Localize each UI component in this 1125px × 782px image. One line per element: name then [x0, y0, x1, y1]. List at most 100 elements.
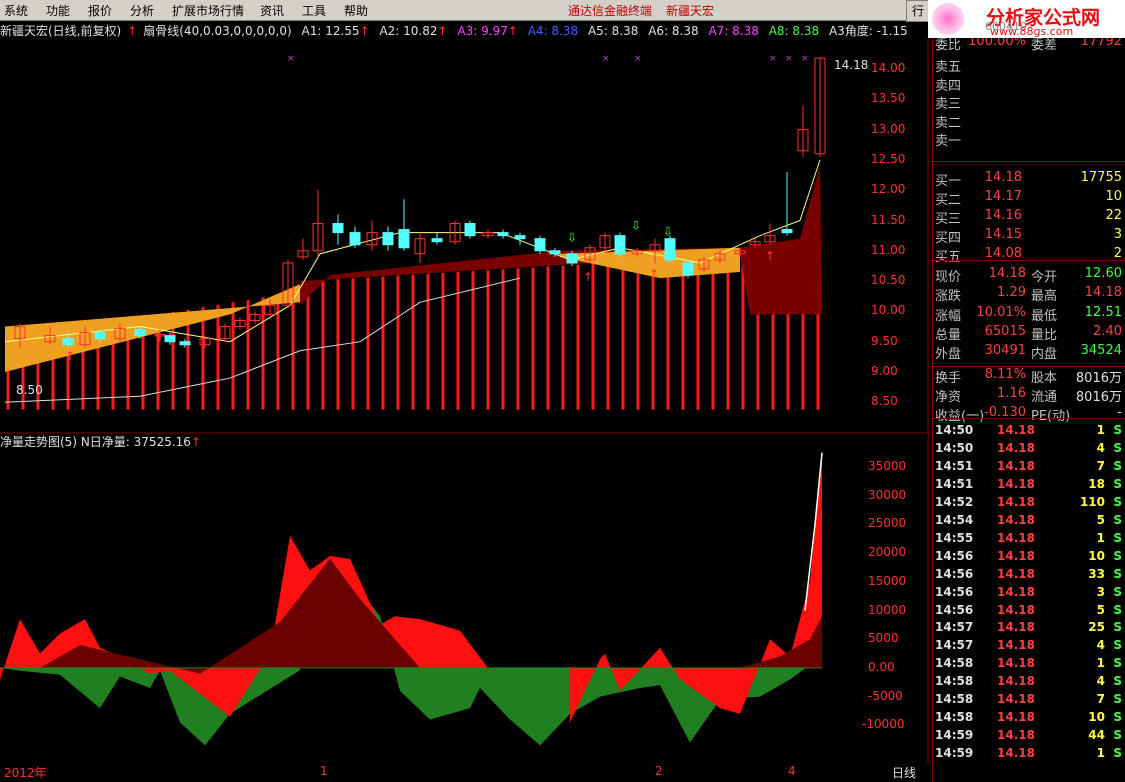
trade-volume: 18 [1088, 476, 1105, 491]
bid-volume: 3 [1113, 227, 1122, 242]
trade-time: 14:57 [935, 620, 974, 635]
candle-body [62, 338, 74, 346]
ask-label: 卖一 [935, 134, 962, 149]
price-tick-label: 10.00 [871, 303, 906, 318]
trade-direction: S [1113, 710, 1122, 725]
period-label[interactable]: 日线 [892, 764, 916, 781]
formula-name[interactable]: 扇骨线(40,0.03,0,0,0,0,0) [143, 24, 291, 38]
chart-area[interactable]: × × × × × × ↑ ↑ ↑ ↑ ⇩ ⇩ ⇩ [0, 38, 930, 764]
candle-body [332, 223, 344, 234]
price-tick-label: 9.00 [871, 364, 898, 378]
trade-time: 14:54 [935, 512, 974, 527]
price-tick-label: 11.00 [871, 242, 906, 257]
stat-label: 最高 [1031, 289, 1058, 305]
trade-price: 14.18 [997, 566, 1035, 581]
trade-volume: 44 [1088, 728, 1105, 743]
trade-volume: 1 [1096, 746, 1105, 761]
signal-arrow-icon: ⇩ [567, 231, 577, 245]
trade-time: 14:58 [935, 710, 974, 725]
volume-tick-label: 15000 [868, 573, 907, 588]
menu-item-quote[interactable]: 报价 [88, 2, 112, 19]
menu-item-analysis[interactable]: 分析 [130, 2, 154, 19]
volume-tick-label: 20000 [868, 545, 907, 560]
hang-button[interactable]: 行 [906, 0, 930, 22]
price-tick-label: 9.50 [871, 333, 898, 348]
trade-direction: S [1113, 620, 1122, 635]
net-volume-title[interactable]: 净量走势图(5) [0, 435, 77, 449]
tick-trade-row: 14:56 14.18 33 S [933, 567, 1125, 585]
trade-price: 14.18 [997, 710, 1035, 725]
bid-row-4: 买四 14.15 3 [933, 227, 1125, 246]
menu-item-info[interactable]: 资讯 [260, 2, 284, 19]
stock-period-label: 新疆天宏(日线,前复权) [0, 24, 122, 38]
menu-item-function[interactable]: 功能 [46, 2, 70, 19]
trade-volume: 7 [1096, 692, 1105, 707]
negative-area [0, 667, 300, 746]
menu-item-extended-market[interactable]: 扩展市场行情 [172, 2, 244, 19]
a5-value: A5: 8.38 [587, 24, 639, 38]
lower-indicator-header: 净量走势图(5) N日净量: 37525.16↑ [0, 435, 201, 449]
trade-direction: S [1113, 584, 1122, 599]
trade-direction: S [1113, 674, 1122, 689]
stat-value: 8016万 [1075, 370, 1122, 386]
tick-trade-row: 14:58 14.18 10 S [933, 710, 1125, 728]
quote-stat-row: 换手 8.11% 股本 8016万 [933, 367, 1125, 386]
ask-row-1: 卖一 [933, 130, 1125, 149]
bid-row-1: 买一 14.18 17755 [933, 170, 1125, 189]
trade-direction: S [1113, 423, 1122, 437]
bid-label: 买二 [935, 193, 962, 208]
ask-label: 卖五 [935, 60, 962, 75]
trade-volume: 25 [1088, 620, 1105, 635]
trade-time: 14:50 [935, 440, 974, 455]
menu-item-system[interactable]: 系统 [4, 2, 28, 19]
trade-price: 14.18 [997, 584, 1035, 599]
stat-value: 1.16 [997, 385, 1026, 401]
stock-code: 600419 [985, 20, 1027, 33]
stat-label: 现价 [935, 270, 962, 285]
trade-volume: 33 [1088, 566, 1105, 581]
trade-price: 14.18 [997, 458, 1035, 473]
net-volume-value: N日净量: 37525.16 [80, 435, 191, 449]
trade-time: 14:59 [935, 746, 974, 761]
stat-label: 净资 [935, 389, 962, 405]
volume-tick-label: 5000 [868, 631, 899, 646]
signal-marker: × [769, 54, 777, 64]
stat-label: 收益(一) [935, 409, 985, 425]
candle-body [514, 235, 526, 240]
low-price-marker: 8.50 [16, 383, 43, 397]
tick-trade-row: 14:59 14.18 44 S [933, 728, 1125, 746]
trade-price: 14.18 [997, 656, 1035, 671]
volume-tick-label: 30000 [868, 487, 907, 502]
net-volume-chart [0, 452, 823, 746]
tick-trade-row: 14:51 14.18 7 S [933, 459, 1125, 477]
stat-value: 8016万 [1075, 389, 1122, 405]
trade-direction: S [1113, 656, 1122, 671]
tick-trade-row: 14:57 14.18 25 S [933, 620, 1125, 638]
bid-volume: 2 [1113, 246, 1122, 261]
bid-label: 买四 [935, 231, 962, 246]
indicator-header: 新疆天宏(日线,前复权) ↑ 扇骨线(40,0.03,0,0,0,0,0) A1: … [0, 24, 908, 38]
menu-item-tools[interactable]: 工具 [302, 2, 326, 19]
menu-item-help[interactable]: 帮助 [344, 2, 368, 19]
trade-volume: 1 [1096, 656, 1105, 671]
bid-price: 14.15 [984, 227, 1022, 242]
trade-direction: S [1113, 602, 1122, 617]
candle-body [164, 335, 176, 343]
candle-body [134, 329, 146, 337]
quote-stat-row: 外盘 30491 内盘 34524 [933, 343, 1125, 362]
bid-volume: 10 [1105, 189, 1122, 204]
candle-body [94, 332, 106, 340]
tick-trade-row: 14:56 14.18 5 S [933, 603, 1125, 621]
candle-body [497, 232, 509, 237]
trade-direction: S [1113, 494, 1122, 509]
trade-volume: 10 [1088, 710, 1105, 725]
a8-value: A8: 8.38 [768, 24, 820, 38]
tick-trade-row: 14:59 14.18 1 S [933, 746, 1125, 764]
trade-direction: S [1113, 458, 1122, 473]
volume-tick-label: 10000 [868, 602, 907, 617]
trade-price: 14.18 [997, 674, 1035, 689]
trade-time: 14:56 [935, 602, 974, 617]
trade-time: 14:58 [935, 692, 974, 707]
bid-price: 14.16 [984, 208, 1022, 223]
trade-time: 14:55 [935, 530, 974, 545]
